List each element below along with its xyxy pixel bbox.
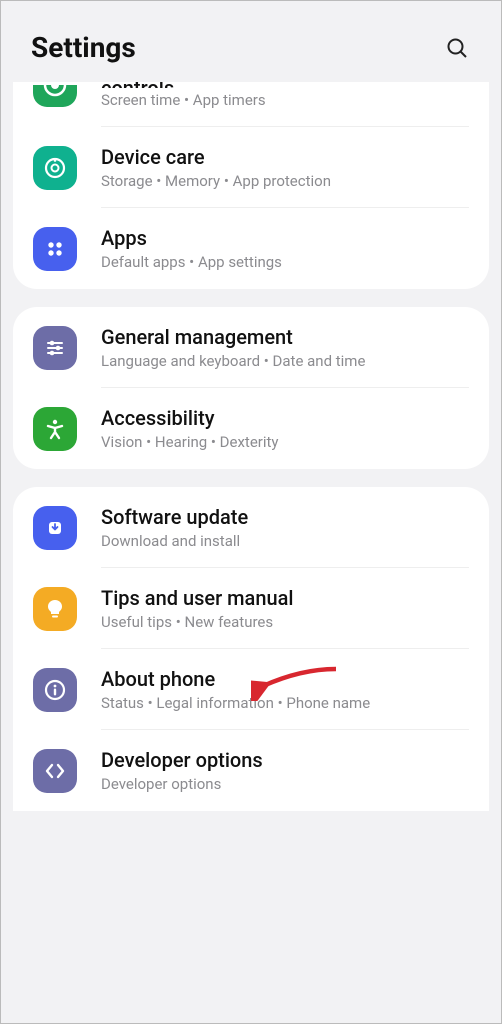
item-subtitle: Developer options	[101, 775, 469, 793]
page-title: Settings	[31, 31, 136, 64]
item-title: Software update	[101, 505, 469, 529]
item-title: About phone	[101, 667, 469, 691]
item-text: Developer options Developer options	[101, 748, 469, 793]
settings-item-software-update[interactable]: Software update Download and install	[13, 487, 489, 568]
settings-item-developer-options[interactable]: Developer options Developer options	[13, 730, 489, 811]
item-subtitle: Language and keyboard • Date and time	[101, 352, 469, 370]
item-text: Apps Default apps • App settings	[101, 226, 469, 271]
search-button[interactable]	[443, 34, 471, 62]
search-icon	[445, 36, 469, 60]
item-text: Tips and user manual Useful tips • New f…	[101, 586, 469, 631]
software-update-icon	[33, 506, 77, 550]
general-management-icon	[33, 326, 77, 370]
item-title: Developer options	[101, 748, 469, 772]
accessibility-icon	[33, 407, 77, 451]
settings-group: Software update Download and install Tip…	[13, 487, 489, 811]
item-subtitle: Storage • Memory • App protection	[101, 172, 469, 190]
tips-icon	[33, 587, 77, 631]
about-phone-icon	[33, 668, 77, 712]
item-text: Device care Storage • Memory • App prote…	[101, 145, 469, 190]
settings-item-tips-and-user-manual[interactable]: Tips and user manual Useful tips • New f…	[13, 568, 489, 649]
item-title: General management	[101, 325, 469, 349]
item-text: controls Screen time • App timers	[101, 82, 469, 109]
settings-item-general-management[interactable]: General management Language and keyboard…	[13, 307, 489, 388]
item-text: Accessibility Vision • Hearing • Dexteri…	[101, 406, 469, 451]
item-subtitle: Status • Legal information • Phone name	[101, 694, 469, 712]
item-title: Device care	[101, 145, 469, 169]
item-subtitle: Vision • Hearing • Dexterity	[101, 433, 469, 451]
item-subtitle: Default apps • App settings	[101, 253, 469, 271]
item-text: About phone Status • Legal information •…	[101, 667, 469, 712]
developer-options-icon	[33, 749, 77, 793]
item-text: Software update Download and install	[101, 505, 469, 550]
item-title: Accessibility	[101, 406, 469, 430]
settings-item-apps[interactable]: Apps Default apps • App settings	[13, 208, 489, 289]
apps-icon	[33, 227, 77, 271]
settings-group: General management Language and keyboard…	[13, 307, 489, 469]
settings-header: Settings	[1, 1, 501, 82]
item-subtitle: Screen time • App timers	[101, 91, 469, 109]
settings-item-about-phone[interactable]: About phone Status • Legal information •…	[13, 649, 489, 730]
item-title: controls	[101, 82, 469, 88]
settings-item-controls[interactable]: controls Screen time • App timers	[13, 82, 489, 127]
item-subtitle: Useful tips • New features	[101, 613, 469, 631]
settings-group: controls Screen time • App timers Device…	[13, 82, 489, 289]
item-subtitle: Download and install	[101, 532, 469, 550]
settings-item-accessibility[interactable]: Accessibility Vision • Hearing • Dexteri…	[13, 388, 489, 469]
settings-item-device-care[interactable]: Device care Storage • Memory • App prote…	[13, 127, 489, 208]
item-text: General management Language and keyboard…	[101, 325, 469, 370]
settings-list: controls Screen time • App timers Device…	[1, 82, 501, 811]
device-care-icon	[33, 146, 77, 190]
item-title: Tips and user manual	[101, 586, 469, 610]
wellbeing-icon	[33, 85, 77, 107]
item-title: Apps	[101, 226, 469, 250]
